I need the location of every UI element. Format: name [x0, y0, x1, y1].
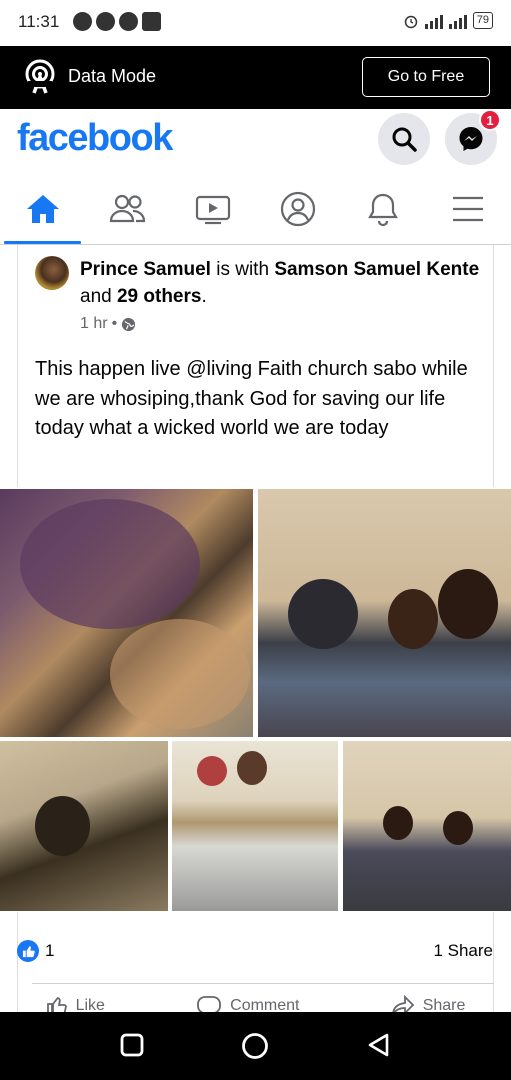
profile-icon — [280, 191, 316, 226]
antenna-icon — [25, 59, 55, 94]
data-mode-bar: Data Mode Go to Free — [0, 46, 511, 109]
search-icon — [392, 127, 417, 152]
status-bar: 11:31 79 — [0, 0, 511, 46]
divider — [32, 983, 494, 984]
messenger-button[interactable]: 1 — [445, 109, 501, 165]
system-nav-bar — [0, 1012, 511, 1080]
comment-button[interactable]: Comment — [196, 994, 300, 1014]
home-icon — [26, 194, 59, 223]
like-count[interactable]: 1 — [45, 941, 54, 961]
reactions-row: 1 1 Share — [0, 925, 511, 977]
tab-profile[interactable] — [256, 173, 341, 244]
post-actions: Like Comment Share — [0, 994, 511, 1014]
messenger-icon — [459, 127, 483, 151]
friends-icon — [109, 194, 145, 222]
meta-dot: • — [111, 315, 118, 332]
tab-watch[interactable] — [170, 173, 255, 244]
home-button-icon[interactable] — [241, 1032, 269, 1060]
tab-notifications[interactable] — [341, 173, 426, 244]
post-header: Prince Samuel is with Samson Samuel Kent… — [80, 256, 485, 310]
menu-icon — [453, 196, 484, 221]
status-time: 11:31 — [18, 12, 60, 31]
go-to-free-button[interactable]: Go to Free — [362, 57, 490, 97]
tab-home[interactable] — [0, 173, 85, 244]
whatsapp-icon — [96, 12, 115, 31]
post-tagged-user[interactable]: Samson Samuel Kente — [274, 259, 479, 280]
search-button[interactable] — [378, 113, 430, 165]
post-and-word: and — [80, 286, 112, 307]
status-notification-icons — [73, 12, 161, 31]
data-mode-label: Data Mode — [68, 66, 157, 86]
post-tagged-others[interactable]: 29 others — [117, 286, 201, 307]
post-photo[interactable] — [258, 489, 511, 737]
main-nav — [0, 173, 511, 245]
post-photo[interactable] — [343, 741, 511, 911]
tab-menu[interactable] — [426, 173, 511, 244]
avatar[interactable] — [35, 256, 69, 290]
watch-icon — [195, 195, 231, 224]
globe-icon — [122, 317, 136, 331]
status-indicators: 79 — [403, 12, 493, 29]
share-button[interactable]: Share — [391, 994, 465, 1014]
post-with-word: is with — [216, 259, 270, 280]
music-app-icon — [73, 12, 92, 31]
like-button[interactable]: Like — [46, 994, 105, 1014]
back-icon[interactable] — [366, 1032, 392, 1058]
post-period: . — [201, 286, 207, 307]
app-header: facebook 1 — [0, 109, 511, 173]
post-text: This happen live @living Faith church sa… — [35, 358, 468, 439]
tab-friends[interactable] — [85, 173, 170, 244]
like-reaction-icon[interactable] — [17, 940, 39, 962]
post-author[interactable]: Prince Samuel — [80, 259, 211, 280]
post-photo[interactable] — [0, 489, 253, 737]
chrome-icon — [119, 12, 138, 31]
post-time[interactable]: 1 hr — [80, 315, 108, 333]
signal-1-icon — [424, 13, 443, 29]
post-photo[interactable] — [0, 741, 168, 911]
share-count[interactable]: 1 Share — [433, 941, 493, 961]
app-icon — [142, 12, 161, 31]
recents-icon[interactable] — [119, 1032, 145, 1058]
post-meta: 1 hr • — [80, 315, 136, 333]
facebook-logo[interactable]: facebook — [17, 117, 173, 160]
post-photo[interactable] — [172, 741, 338, 911]
messenger-badge: 1 — [479, 109, 501, 131]
bell-icon — [368, 193, 399, 226]
signal-2-icon — [448, 13, 467, 29]
post-card: Prince Samuel is with Samson Samuel Kent… — [17, 245, 494, 487]
alarm-icon — [404, 15, 417, 28]
battery-icon: 79 — [472, 12, 493, 29]
